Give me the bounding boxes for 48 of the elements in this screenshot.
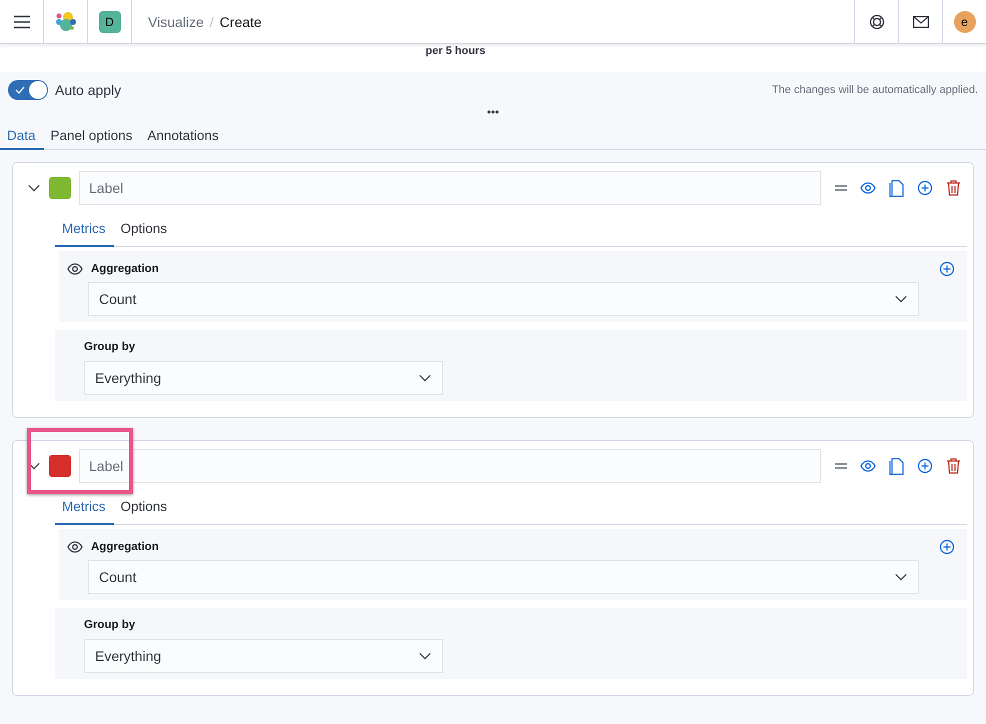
color-swatch[interactable] [49, 177, 71, 199]
eye-icon[interactable] [860, 180, 876, 196]
chart-caption: per 5 hours [426, 45, 486, 57]
check-icon [15, 86, 25, 94]
group-by-label: Group by [84, 341, 136, 353]
auto-apply-note: The changes will be automatically applied. [772, 84, 978, 96]
group-by-select[interactable]: Everything [84, 639, 443, 673]
series-tab[interactable]: Metrics [55, 490, 114, 525]
more-icon[interactable] [487, 110, 499, 114]
aggregation-label: Aggregation [91, 263, 160, 275]
drag-handle-icon[interactable] [835, 463, 847, 469]
breadcrumb-separator: / [210, 14, 214, 30]
label-input[interactable]: Label [79, 171, 821, 205]
eye-icon[interactable] [67, 261, 83, 277]
add-icon[interactable] [917, 458, 933, 474]
series-tab[interactable]: Metrics [55, 212, 114, 247]
lifebuoy-icon [868, 14, 884, 30]
series-tab[interactable]: Options [114, 490, 176, 525]
color-swatch[interactable] [49, 455, 71, 477]
add-icon[interactable] [939, 539, 955, 555]
panel-tab[interactable]: Annotations [140, 122, 227, 150]
trash-icon[interactable] [946, 458, 961, 474]
eye-icon[interactable] [860, 458, 876, 474]
eye-icon[interactable] [67, 539, 83, 555]
drag-handle-icon[interactable] [835, 185, 847, 191]
user-avatar[interactable]: e [954, 10, 976, 32]
aggregation-select[interactable]: Count [88, 560, 919, 594]
logo-icon[interactable] [54, 10, 78, 34]
label-input[interactable]: Label [79, 449, 821, 483]
menu-icon [14, 14, 30, 28]
copy-icon[interactable] [889, 180, 904, 196]
trash-icon[interactable] [946, 180, 961, 196]
space-badge[interactable]: D [98, 10, 120, 32]
add-icon[interactable] [917, 180, 933, 196]
breadcrumb: Create [220, 14, 262, 30]
breadcrumb[interactable]: Visualize [148, 14, 204, 30]
mail-icon [912, 16, 928, 28]
copy-icon[interactable] [889, 458, 904, 474]
panel-tab[interactable]: Data [0, 122, 44, 150]
auto-apply-toggle[interactable] [8, 80, 48, 100]
panel-tab[interactable]: Panel options [44, 122, 140, 150]
add-icon[interactable] [939, 261, 955, 277]
auto-apply-label: Auto apply [55, 82, 122, 98]
group-by-label: Group by [84, 619, 136, 631]
series-tab[interactable]: Options [114, 212, 176, 247]
aggregation-label: Aggregation [91, 541, 160, 553]
aggregation-select[interactable]: Count [88, 282, 919, 316]
group-by-select[interactable]: Everything [84, 361, 443, 395]
